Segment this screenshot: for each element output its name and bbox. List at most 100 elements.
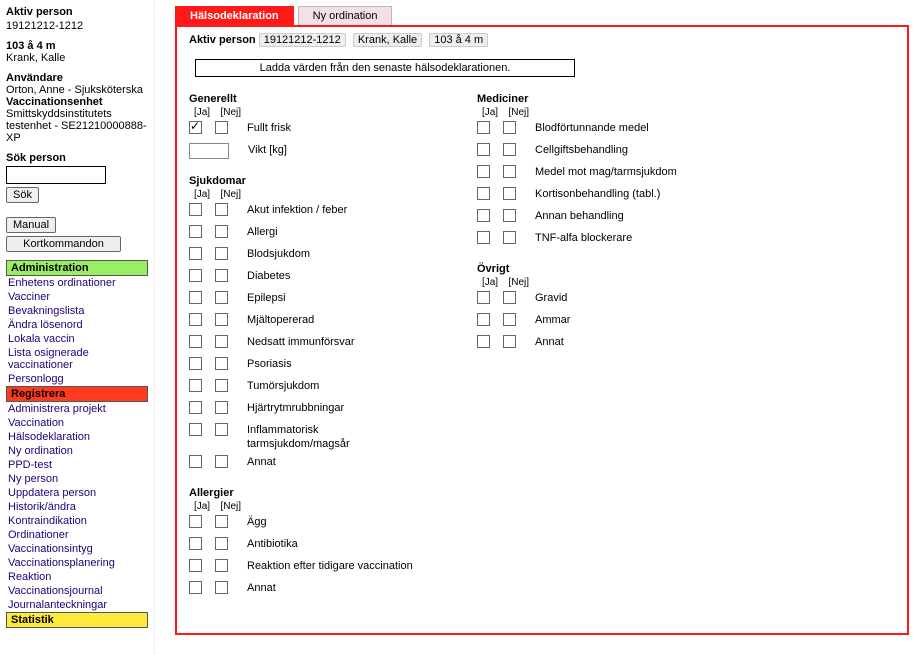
checkbox-nej[interactable] xyxy=(215,455,228,468)
checkbox-ja[interactable] xyxy=(189,335,202,348)
checkbox-nej[interactable] xyxy=(215,335,228,348)
checkbox-ja[interactable] xyxy=(477,143,490,156)
section-generellt: Generellt [Ja] [Nej] Fullt frisk V xyxy=(189,93,417,161)
check-label: Mjältopererad xyxy=(247,313,314,327)
nav-item[interactable]: Vaccinationsplanering xyxy=(6,556,148,570)
check-label: Akut infektion / feber xyxy=(247,203,347,217)
nav-item[interactable]: Vaccinationsintyg xyxy=(6,542,148,556)
nav-item[interactable]: Kontraindikation xyxy=(6,514,148,528)
checkbox-ja[interactable] xyxy=(189,291,202,304)
check-label: Ägg xyxy=(247,515,267,529)
nav-item[interactable]: Lista osignerade vaccinationer xyxy=(6,346,148,372)
checkbox-nej[interactable] xyxy=(503,335,516,348)
nav-item[interactable]: Ny ordination xyxy=(6,444,148,458)
checkbox-nej[interactable] xyxy=(215,559,228,572)
checkbox-ja[interactable] xyxy=(477,165,490,178)
checkbox-ja[interactable] xyxy=(189,203,202,216)
checkbox-nej[interactable] xyxy=(215,581,228,594)
section-title-generellt: Generellt xyxy=(189,93,417,105)
checkbox-ja[interactable] xyxy=(477,187,490,200)
checkbox-ja[interactable] xyxy=(189,225,202,238)
checkbox-ja[interactable] xyxy=(189,401,202,414)
check-label: Cellgiftsbehandling xyxy=(535,143,628,157)
nav-item[interactable]: Administrera projekt xyxy=(6,402,148,416)
nav-item[interactable]: Vaccinationsjournal xyxy=(6,584,148,598)
checkbox-ja[interactable] xyxy=(477,231,490,244)
checkbox-nej[interactable] xyxy=(503,313,516,326)
nav-item[interactable]: Personlogg xyxy=(6,372,148,386)
nav-item[interactable]: Enhetens ordinationer xyxy=(6,276,148,290)
checkbox-nej[interactable] xyxy=(503,143,516,156)
section-allergier: Allergier [Ja] [Nej] ÄggAntibiotikaReakt… xyxy=(189,487,417,599)
nav-item[interactable]: Journalanteckningar xyxy=(6,598,148,612)
load-latest-button[interactable]: Ladda värden från den senaste hälsodekla… xyxy=(195,59,575,77)
nav-item[interactable]: Ändra lösenord xyxy=(6,318,148,332)
manual-button[interactable]: Manual xyxy=(6,217,56,233)
checkbox-ja[interactable] xyxy=(189,313,202,326)
checkbox-ja[interactable] xyxy=(189,581,202,594)
checkbox-nej[interactable] xyxy=(503,187,516,200)
nav-item[interactable]: Bevakningslista xyxy=(6,304,148,318)
fullt-frisk-ja[interactable] xyxy=(189,121,202,134)
kortkommandon-button[interactable]: Kortkommandon xyxy=(6,236,121,252)
checkbox-nej[interactable] xyxy=(215,515,228,528)
checkbox-nej[interactable] xyxy=(215,269,228,282)
checkbox-nej[interactable] xyxy=(215,203,228,216)
check-row: Medel mot mag/tarmsjukdom xyxy=(477,165,677,183)
checkbox-nej[interactable] xyxy=(503,121,516,134)
nav-item[interactable]: Lokala vaccin xyxy=(6,332,148,346)
nav-item[interactable]: PPD-test xyxy=(6,458,148,472)
nav-item[interactable]: Hälsodeklaration xyxy=(6,430,148,444)
nav-item[interactable]: Historik/ändra xyxy=(6,500,148,514)
nav-item[interactable]: Reaktion xyxy=(6,570,148,584)
checkbox-ja[interactable] xyxy=(189,379,202,392)
checkbox-ja[interactable] xyxy=(477,291,490,304)
nav-item[interactable]: Vacciner xyxy=(6,290,148,304)
checkbox-nej[interactable] xyxy=(215,291,228,304)
check-label: Hjärtrytmrubbningar xyxy=(247,401,344,415)
user-label: Användare xyxy=(6,72,63,84)
checkbox-nej[interactable] xyxy=(503,209,516,222)
checkbox-nej[interactable] xyxy=(503,165,516,178)
nav-item[interactable]: Vaccination xyxy=(6,416,148,430)
checkbox-ja[interactable] xyxy=(477,335,490,348)
checkbox-ja[interactable] xyxy=(477,121,490,134)
check-label: Allergi xyxy=(247,225,278,239)
checkbox-nej[interactable] xyxy=(503,291,516,304)
checkbox-nej[interactable] xyxy=(215,247,228,260)
check-row: Diabetes xyxy=(189,269,417,287)
checkbox-nej[interactable] xyxy=(215,225,228,238)
checkbox-ja[interactable] xyxy=(189,537,202,550)
active-person-bar: Aktiv person 19121212-1212 Krank, Kalle … xyxy=(185,31,899,49)
nav-item[interactable]: Uppdatera person xyxy=(6,486,148,500)
checkbox-ja[interactable] xyxy=(189,455,202,468)
search-button[interactable]: Sök xyxy=(6,187,39,203)
tab-halsodeklaration[interactable]: Hälsodeklaration xyxy=(175,6,294,25)
search-input[interactable] xyxy=(6,166,106,184)
check-label: Blodförtunnande medel xyxy=(535,121,649,135)
checkbox-ja[interactable] xyxy=(477,209,490,222)
vikt-input[interactable] xyxy=(189,143,229,159)
tab-ny-ordination[interactable]: Ny ordination xyxy=(298,6,393,25)
checkbox-ja[interactable] xyxy=(189,247,202,260)
checkbox-ja[interactable] xyxy=(189,269,202,282)
fullt-frisk-nej[interactable] xyxy=(215,121,228,134)
checkbox-ja[interactable] xyxy=(477,313,490,326)
checkbox-nej[interactable] xyxy=(215,537,228,550)
nav-header-statistik: Statistik xyxy=(6,612,148,628)
checkbox-nej[interactable] xyxy=(215,313,228,326)
unit-label: Vaccinationsenhet xyxy=(6,96,103,108)
checkbox-nej[interactable] xyxy=(215,357,228,370)
check-row: Tumörsjukdom xyxy=(189,379,417,397)
checkbox-ja[interactable] xyxy=(189,515,202,528)
checkbox-nej[interactable] xyxy=(503,231,516,244)
nav-item[interactable]: Ordinationer xyxy=(6,528,148,542)
checkbox-ja[interactable] xyxy=(189,559,202,572)
checkbox-nej[interactable] xyxy=(215,401,228,414)
checkbox-nej[interactable] xyxy=(215,423,228,436)
nav-item[interactable]: Ny person xyxy=(6,472,148,486)
checkbox-nej[interactable] xyxy=(215,379,228,392)
checkbox-ja[interactable] xyxy=(189,423,202,436)
section-sjukdomar: Sjukdomar [Ja] [Nej] Akut infektion / fe… xyxy=(189,175,417,473)
checkbox-ja[interactable] xyxy=(189,357,202,370)
